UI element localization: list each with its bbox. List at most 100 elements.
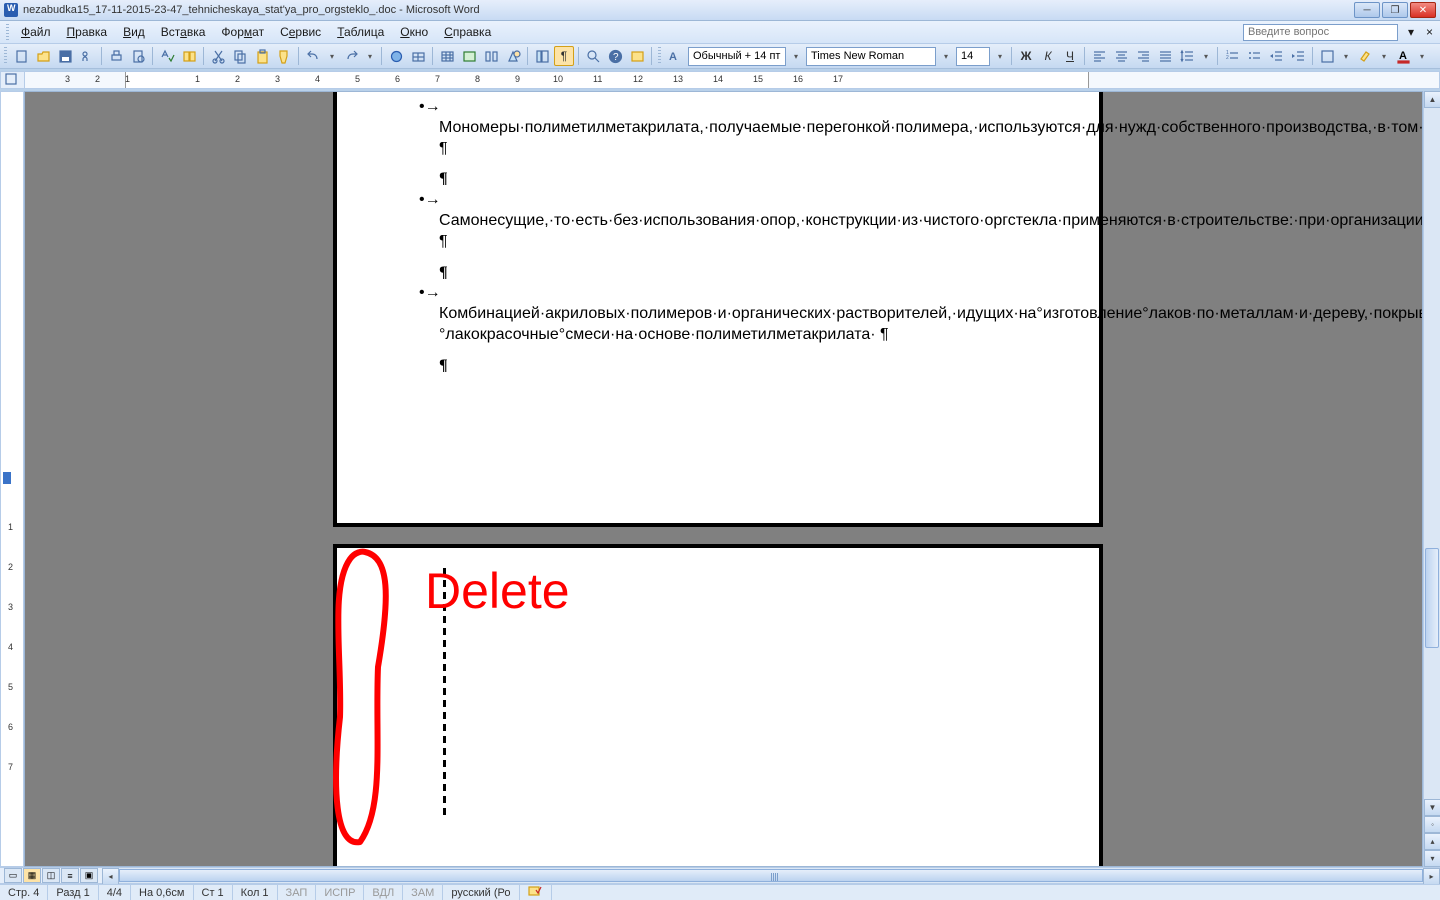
- drawing-button[interactable]: [503, 46, 523, 66]
- status-pages[interactable]: 4/4: [99, 885, 131, 900]
- vertical-scrollbar[interactable]: ▲ ▼ ◦ ▴ ▾: [1423, 91, 1440, 867]
- align-right-button[interactable]: [1133, 46, 1153, 66]
- status-section[interactable]: Разд 1: [48, 885, 98, 900]
- scroll-track[interactable]: [1424, 108, 1440, 799]
- save-button[interactable]: [55, 46, 75, 66]
- open-button[interactable]: [33, 46, 53, 66]
- increase-indent-button[interactable]: [1288, 46, 1308, 66]
- format-painter-button[interactable]: [274, 46, 294, 66]
- redo-button[interactable]: [341, 46, 361, 66]
- redo-dropdown[interactable]: ▾: [362, 52, 378, 61]
- web-layout-view-button[interactable]: ◫: [42, 868, 60, 883]
- highlight-button[interactable]: [1355, 46, 1375, 66]
- font-color-button[interactable]: A: [1393, 46, 1413, 66]
- menu-help[interactable]: Справка: [436, 23, 499, 41]
- scroll-right-button[interactable]: ▸: [1423, 868, 1440, 885]
- italic-button[interactable]: К: [1038, 46, 1058, 66]
- font-dropdown-icon[interactable]: ▾: [938, 52, 954, 61]
- status-page[interactable]: Стр. 4: [0, 885, 48, 900]
- status-rec[interactable]: ЗАП: [278, 885, 317, 900]
- numbered-list-button[interactable]: 12: [1222, 46, 1242, 66]
- research-button[interactable]: [179, 46, 199, 66]
- close-button[interactable]: ✕: [1410, 2, 1436, 18]
- cut-button[interactable]: [208, 46, 228, 66]
- menu-edit[interactable]: Правка: [59, 23, 116, 41]
- bold-button[interactable]: Ж: [1016, 46, 1036, 66]
- menu-view[interactable]: Вид: [115, 23, 153, 41]
- align-left-button[interactable]: [1089, 46, 1109, 66]
- scroll-down-button[interactable]: ▼: [1424, 799, 1440, 816]
- style-dropdown-icon[interactable]: ▾: [788, 52, 804, 61]
- hyperlink-button[interactable]: [386, 46, 406, 66]
- decrease-indent-button[interactable]: [1266, 46, 1286, 66]
- prev-page-button[interactable]: ▴: [1424, 833, 1440, 850]
- size-dropdown-icon[interactable]: ▾: [992, 52, 1008, 61]
- bullet-list-button[interactable]: [1244, 46, 1264, 66]
- zoom-button[interactable]: [583, 46, 603, 66]
- print-layout-view-button[interactable]: ▦: [23, 868, 41, 883]
- highlight-dropdown[interactable]: ▾: [1376, 52, 1392, 61]
- paste-button[interactable]: [252, 46, 272, 66]
- toolbar-grip[interactable]: [4, 47, 7, 65]
- undo-button[interactable]: [303, 46, 323, 66]
- maximize-button[interactable]: ❐: [1382, 2, 1408, 18]
- doc-close-button[interactable]: ×: [1418, 23, 1434, 41]
- scroll-up-button[interactable]: ▲: [1424, 91, 1440, 108]
- vertical-ruler[interactable]: 1 2 3 4 5 6 7: [0, 91, 24, 867]
- menu-format[interactable]: Формат: [213, 23, 272, 41]
- doc-map-button[interactable]: [532, 46, 552, 66]
- menu-window[interactable]: Окно: [392, 23, 436, 41]
- toolbar-grip[interactable]: [6, 24, 9, 40]
- status-ext[interactable]: ВДЛ: [364, 885, 403, 900]
- ruler-corner[interactable]: [1, 72, 25, 88]
- menu-table[interactable]: Таблица: [329, 23, 392, 41]
- next-page-button[interactable]: ▾: [1424, 850, 1440, 867]
- permissions-button[interactable]: [77, 46, 97, 66]
- status-trk[interactable]: ИСПР: [316, 885, 364, 900]
- minimize-button[interactable]: ─: [1354, 2, 1380, 18]
- horizontal-scrollbar[interactable]: ◂ ▸: [102, 868, 1440, 883]
- style-selector[interactable]: Обычный + 14 пт: [688, 47, 786, 66]
- align-justify-button[interactable]: [1155, 46, 1175, 66]
- status-language[interactable]: русский (Ро: [443, 885, 519, 900]
- toolbar-grip[interactable]: [658, 47, 661, 65]
- insert-table-button[interactable]: [437, 46, 457, 66]
- document-page[interactable]: Мономеры·полиметилметакрилата,·получаемы…: [333, 91, 1103, 527]
- tables-borders-button[interactable]: [408, 46, 428, 66]
- columns-button[interactable]: [481, 46, 501, 66]
- status-column[interactable]: Кол 1: [233, 885, 278, 900]
- scroll-thumb[interactable]: [119, 869, 1423, 882]
- underline-button[interactable]: Ч: [1060, 46, 1080, 66]
- font-size-selector[interactable]: 14: [956, 47, 990, 66]
- help-dropdown-icon[interactable]: ▾: [1400, 23, 1416, 41]
- spellcheck-button[interactable]: [157, 46, 177, 66]
- outline-view-button[interactable]: ≡: [61, 868, 79, 883]
- menu-file[interactable]: Файл: [13, 23, 59, 41]
- spacing-dropdown[interactable]: ▾: [1198, 52, 1214, 61]
- scroll-thumb[interactable]: [1425, 548, 1439, 648]
- document-canvas[interactable]: Мономеры·полиметилметакрилата,·получаемы…: [24, 91, 1423, 867]
- font-selector[interactable]: Times New Roman: [806, 47, 936, 66]
- menu-service[interactable]: Сервис: [272, 23, 329, 41]
- status-ovr[interactable]: ЗАМ: [403, 885, 443, 900]
- show-hide-button[interactable]: ¶: [554, 46, 574, 66]
- undo-dropdown[interactable]: ▾: [324, 52, 340, 61]
- align-center-button[interactable]: [1111, 46, 1131, 66]
- new-doc-button[interactable]: [11, 46, 31, 66]
- insert-worksheet-button[interactable]: [459, 46, 479, 66]
- status-spellcheck-icon[interactable]: [520, 885, 552, 900]
- body-text[interactable]: Комбинацией·акриловых·полимеров·и·органи…: [439, 283, 1039, 345]
- help-button[interactable]: ?: [605, 46, 625, 66]
- print-button[interactable]: [106, 46, 126, 66]
- status-line[interactable]: Ст 1: [194, 885, 233, 900]
- font-color-dropdown[interactable]: ▾: [1414, 52, 1430, 61]
- copy-button[interactable]: [230, 46, 250, 66]
- horizontal-ruler[interactable]: 321 123 456 789 101112 131415 1617: [0, 71, 1440, 89]
- menu-insert[interactable]: Вставка: [153, 23, 214, 41]
- help-search-input[interactable]: [1243, 24, 1398, 41]
- body-text[interactable]: Мономеры·полиметилметакрилата,·получаемы…: [439, 97, 1039, 159]
- borders-dropdown[interactable]: ▾: [1338, 52, 1354, 61]
- browse-object-button[interactable]: ◦: [1424, 816, 1440, 833]
- normal-view-button[interactable]: ▭: [4, 868, 22, 883]
- read-mode-button[interactable]: [627, 46, 647, 66]
